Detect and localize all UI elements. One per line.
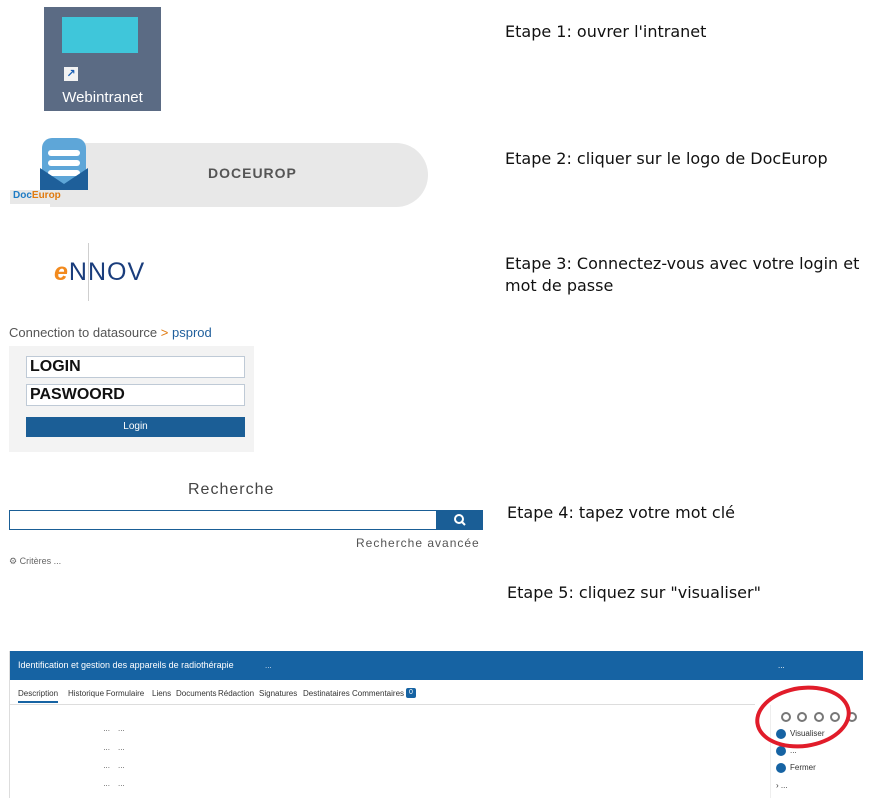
webintranet-desktop-icon[interactable]: ↗ Webintranet bbox=[44, 7, 161, 111]
document-subtitle: ... bbox=[265, 661, 272, 670]
criteria-toggle[interactable]: ⚙ Critères ... bbox=[9, 556, 61, 567]
document-viewer-window: Identification et gestion des appareils … bbox=[9, 651, 863, 798]
tab-historique[interactable]: Historique bbox=[68, 689, 104, 698]
user-menu[interactable]: ... bbox=[778, 651, 785, 680]
search-icon bbox=[454, 514, 466, 526]
desktop-icon-label: Webintranet bbox=[62, 89, 143, 106]
document-title: Identification et gestion des appareils … bbox=[18, 660, 234, 670]
login-form: LOGIN PASWOORD Login bbox=[9, 346, 254, 452]
tab-description[interactable]: Description bbox=[18, 689, 59, 703]
step-2-text: Etape 2: cliquer sur le logo de DocEurop bbox=[505, 149, 828, 168]
step-3-text: Etape 3: Connectez-vous avec votre login… bbox=[505, 254, 860, 295]
tab-liens[interactable]: Liens bbox=[152, 689, 171, 698]
breadcrumb: Connection to datasource > psprod bbox=[9, 325, 212, 340]
ennov-logo: eNNOV bbox=[54, 258, 146, 286]
tab-commentaires[interactable]: Commentaires bbox=[352, 689, 404, 698]
step-5-text: Etape 5: cliquez sur "visualiser" bbox=[507, 583, 761, 602]
comments-count-badge: 0 bbox=[406, 688, 416, 698]
tab-documents[interactable]: Documents bbox=[176, 689, 216, 698]
monitor-icon bbox=[62, 17, 138, 53]
fermer-action[interactable]: Fermer bbox=[776, 763, 816, 773]
login-button[interactable]: Login bbox=[26, 417, 245, 437]
tab-redaction[interactable]: Rédaction bbox=[218, 689, 254, 698]
tab-formulaire[interactable]: Formulaire bbox=[106, 689, 144, 698]
tab-bar: Description Historique Formulaire Liens … bbox=[10, 680, 755, 705]
gear-icon: ⚙ bbox=[9, 556, 18, 566]
search-input[interactable] bbox=[9, 510, 437, 530]
password-field[interactable]: PASWOORD bbox=[26, 384, 245, 406]
login-field[interactable]: LOGIN bbox=[26, 356, 245, 378]
doceurop-banner[interactable]: DOCEUROP bbox=[50, 143, 428, 207]
doceurop-logo[interactable]: DocEurop bbox=[10, 138, 94, 204]
window-title-bar: Identification et gestion des appareils … bbox=[10, 651, 863, 680]
tab-signatures[interactable]: Signatures bbox=[259, 689, 297, 698]
search-title: Recherche bbox=[188, 481, 275, 498]
close-icon bbox=[776, 763, 786, 773]
tab-destinataires[interactable]: Destinataires bbox=[303, 689, 350, 698]
step-1-text: Etape 1: ouvrer l'intranet bbox=[505, 22, 707, 41]
more-actions[interactable]: › ... bbox=[776, 781, 788, 790]
search-button[interactable] bbox=[437, 510, 483, 530]
doceurop-logo-text: DocEurop bbox=[13, 190, 61, 201]
step-4-text: Etape 4: tapez votre mot clé bbox=[507, 503, 735, 522]
datasource-link[interactable]: psprod bbox=[172, 325, 212, 340]
advanced-search-link[interactable]: Recherche avancée bbox=[356, 536, 480, 550]
doceurop-brand: DOCEUROP bbox=[208, 165, 297, 181]
chevron-right-icon: › bbox=[776, 781, 779, 790]
shortcut-arrow-icon: ↗ bbox=[64, 67, 78, 81]
